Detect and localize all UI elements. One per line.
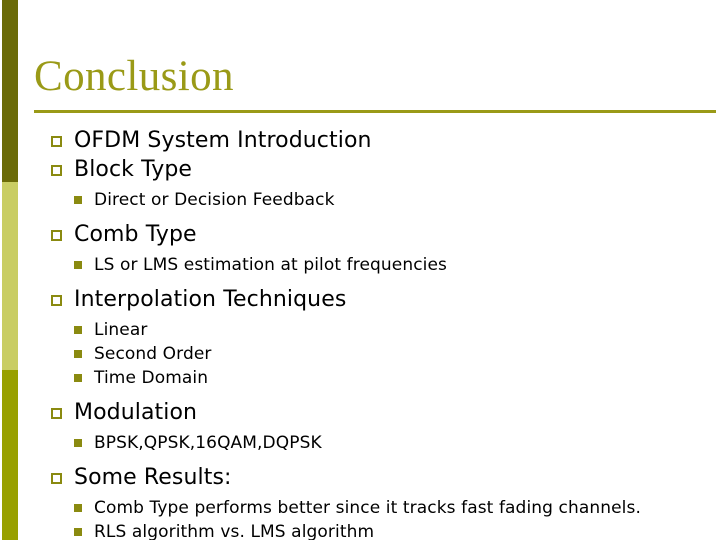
bullet-spacer — [0, 390, 720, 398]
bullet-item-level2: RLS algorithm vs. LMS algorithm — [0, 520, 720, 540]
bullet-text: Linear — [94, 320, 148, 340]
bullet-text: OFDM System Introduction — [74, 128, 372, 153]
bullet-text: LS or LMS estimation at pilot frequencie… — [94, 255, 447, 275]
bullet-item-level2: Time Domain — [0, 366, 720, 390]
bullet-item-level2: Direct or Decision Feedback — [0, 188, 720, 212]
bullet-text: BPSK,QPSK,16QAM,DQPSK — [94, 433, 322, 453]
bullet-text: Comb Type — [74, 222, 197, 247]
bullet-item-level1: OFDM System Introduction — [0, 126, 720, 155]
bullet-spacer — [0, 212, 720, 220]
bullet-spacer — [0, 277, 720, 285]
hollow-square-bullet-icon — [51, 165, 62, 176]
bullet-text: Modulation — [74, 400, 198, 425]
slide: Conclusion OFDM System Introduction Block… — [0, 0, 720, 540]
bullet-item-level2: LS or LMS estimation at pilot frequencie… — [0, 253, 720, 277]
bullet-text: Interpolation Techniques — [74, 287, 347, 312]
bullet-item-level1: Comb Type — [0, 220, 720, 249]
bullet-item-level2: Comb Type performs better since it track… — [0, 496, 720, 520]
filled-square-bullet-icon — [74, 261, 82, 269]
bullet-text: Block Type — [74, 157, 193, 182]
filled-square-bullet-icon — [74, 374, 82, 382]
hollow-square-bullet-icon — [51, 230, 62, 241]
title-underline-rule — [34, 110, 716, 113]
hollow-square-bullet-icon — [51, 295, 62, 306]
bullet-item-level2: BPSK,QPSK,16QAM,DQPSK — [0, 431, 720, 455]
bullet-item-level2: Second Order — [0, 342, 720, 366]
hollow-square-bullet-icon — [51, 473, 62, 484]
filled-square-bullet-icon — [74, 528, 82, 536]
filled-square-bullet-icon — [74, 326, 82, 334]
slide-title: Conclusion — [34, 53, 234, 100]
bullet-text: RLS algorithm vs. LMS algorithm — [94, 522, 375, 540]
bullet-item-level1: Interpolation Techniques — [0, 285, 720, 314]
filled-square-bullet-icon — [74, 196, 82, 204]
hollow-square-bullet-icon — [51, 136, 62, 147]
bullet-text: Comb Type performs better since it track… — [94, 498, 641, 518]
bullet-item-level1: Modulation — [0, 398, 720, 427]
bullet-text: Second Order — [94, 344, 212, 364]
bullet-item-level2: Linear — [0, 318, 720, 342]
bullet-text: Time Domain — [94, 368, 209, 388]
bullet-list: OFDM System Introduction Block Type Direct… — [0, 126, 720, 540]
filled-square-bullet-icon — [74, 504, 82, 512]
hollow-square-bullet-icon — [51, 408, 62, 419]
filled-square-bullet-icon — [74, 350, 82, 358]
bullet-item-level1: Block Type — [0, 155, 720, 184]
filled-square-bullet-icon — [74, 439, 82, 447]
bullet-item-level1: Some Results: — [0, 463, 720, 492]
bullet-text: Some Results: — [74, 465, 232, 490]
bullet-spacer — [0, 455, 720, 463]
bullet-text: Direct or Decision Feedback — [94, 190, 335, 210]
